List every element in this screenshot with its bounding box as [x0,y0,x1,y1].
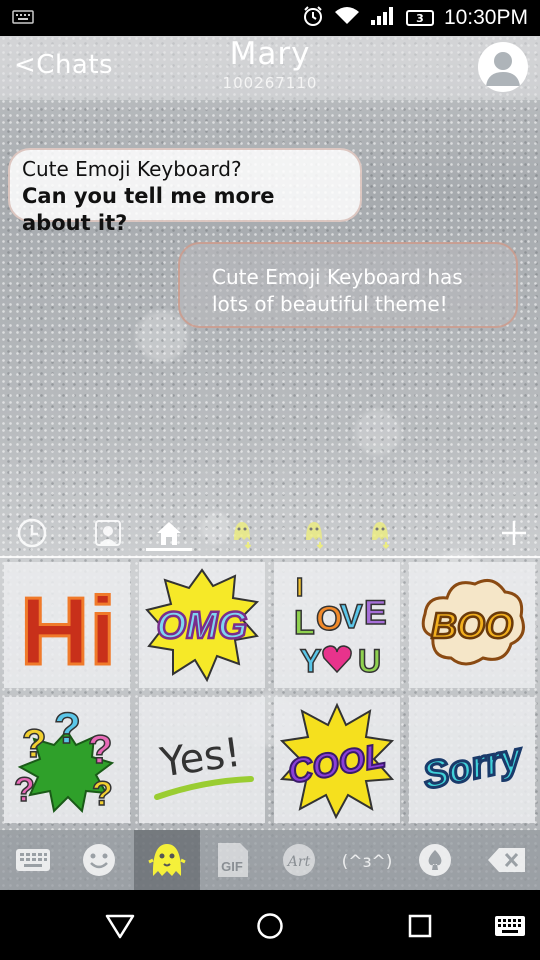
svg-text:?: ? [54,704,81,753]
nav-recents-button[interactable] [400,906,440,946]
svg-text:Art: Art [286,854,311,870]
cool-sticker[interactable]: COOL [274,697,400,823]
svg-text:L: L [294,604,315,642]
clock-icon [17,518,47,548]
tab-recent[interactable] [12,514,52,552]
art-icon: Art [283,844,315,876]
svg-text:V: V [340,598,363,636]
svg-text:U: U [358,643,381,679]
svg-text:E: E [364,594,387,632]
keyboard-icon [12,9,34,28]
tab-ghost-pack-1[interactable] [222,514,262,552]
tab-home[interactable] [149,514,189,552]
keyboard-icon [16,849,50,871]
keyboard-mode-button[interactable] [0,830,66,890]
ghost-download-icon [306,522,324,549]
hi-sticker[interactable]: Hi [4,562,130,688]
wifi-icon [334,6,360,31]
avatar[interactable] [478,42,528,92]
plus-icon [502,521,526,545]
home-icon [157,522,181,545]
message-line: Can you tell me more about it? [22,184,275,235]
signal-icon [370,6,396,31]
gif-mode-button[interactable]: GIF [200,830,266,890]
svg-text:?: ? [92,775,113,813]
emoji-mode-button[interactable] [66,830,132,890]
kaomoji-icon: (^з^) [342,852,392,872]
message-line: Cute Emoji Keyboard has [212,265,463,289]
backspace-button[interactable] [474,830,540,890]
svg-text:I: I [296,572,303,602]
status-bar: 3 10:30PM [0,0,540,36]
person-icon [486,52,520,86]
boo-sticker[interactable]: BOO [409,562,535,688]
svg-text:GIF: GIF [221,859,243,874]
alarm-icon [302,5,324,32]
sticker-mode-button[interactable] [134,830,200,890]
contact-id: 100267110 [222,74,318,92]
contact-name: Mary [229,36,311,72]
spade-icon [419,844,451,876]
person-icon [95,520,121,546]
back-icon [105,914,135,939]
sticker-text: BOO [431,605,513,646]
nav-home-button[interactable] [250,906,290,946]
navigation-bar [0,890,540,960]
sticker-text: Sorry [419,736,527,798]
tab-ghost-pack-2[interactable] [294,514,334,552]
sticker-grid: Hi OMG I L O V E Y U BOO ? ? ? ? ? Yes! … [4,562,536,824]
question-marks-sticker[interactable]: ? ? ? ? ? [4,697,130,823]
svg-text:Y: Y [300,643,321,679]
svg-text:?: ? [88,728,112,772]
active-tab-indicator [146,548,192,551]
yes-sticker[interactable]: Yes! [139,697,265,823]
theme-mode-button[interactable] [402,830,468,890]
battery-icon: 3 [405,10,434,26]
svg-text:(^з^): (^з^) [342,852,392,872]
omg-sticker[interactable]: OMG [139,562,265,688]
sticker-text: OMG [157,605,248,647]
svg-text:O: O [316,600,342,638]
add-sticker-pack-button[interactable] [494,514,534,552]
incoming-message-bubble[interactable]: Cute Emoji Keyboard? Can you tell me mor… [8,148,362,235]
gif-icon: GIF [218,843,248,877]
tab-ghost-pack-3[interactable] [360,514,400,552]
nav-back-button[interactable] [100,906,140,946]
status-time: 10:30PM [443,6,528,29]
tab-profile[interactable] [88,514,128,552]
ghost-icon [148,844,186,876]
recents-icon [408,914,432,938]
svg-text:?: ? [22,722,46,766]
home-icon [257,913,283,939]
sticker-text: Hi [20,578,116,684]
ghost-download-icon [372,522,390,549]
nav-keyboard-button[interactable] [490,906,530,946]
smiley-icon [83,844,115,876]
outgoing-message-bubble[interactable]: Cute Emoji Keyboard has lots of beautifu… [178,242,518,328]
ghost-download-icon [234,522,252,549]
message-line: Cute Emoji Keyboard? [22,157,242,181]
i-love-you-sticker[interactable]: I L O V E Y U [274,562,400,688]
message-line: lots of beautiful theme! [212,292,448,316]
kaomoji-mode-button[interactable]: (^з^) [334,830,400,890]
keyboard-icon [495,916,525,936]
sorry-sticker[interactable]: Sorry [409,697,535,823]
backspace-icon [488,848,525,872]
sticker-category-tabs [0,508,540,558]
svg-text:?: ? [14,771,35,809]
art-mode-button[interactable]: Art [266,830,332,890]
keyboard-mode-bar: GIF Art (^з^) [0,830,540,890]
chat-header: <Chats Mary 100267110 [0,36,540,100]
